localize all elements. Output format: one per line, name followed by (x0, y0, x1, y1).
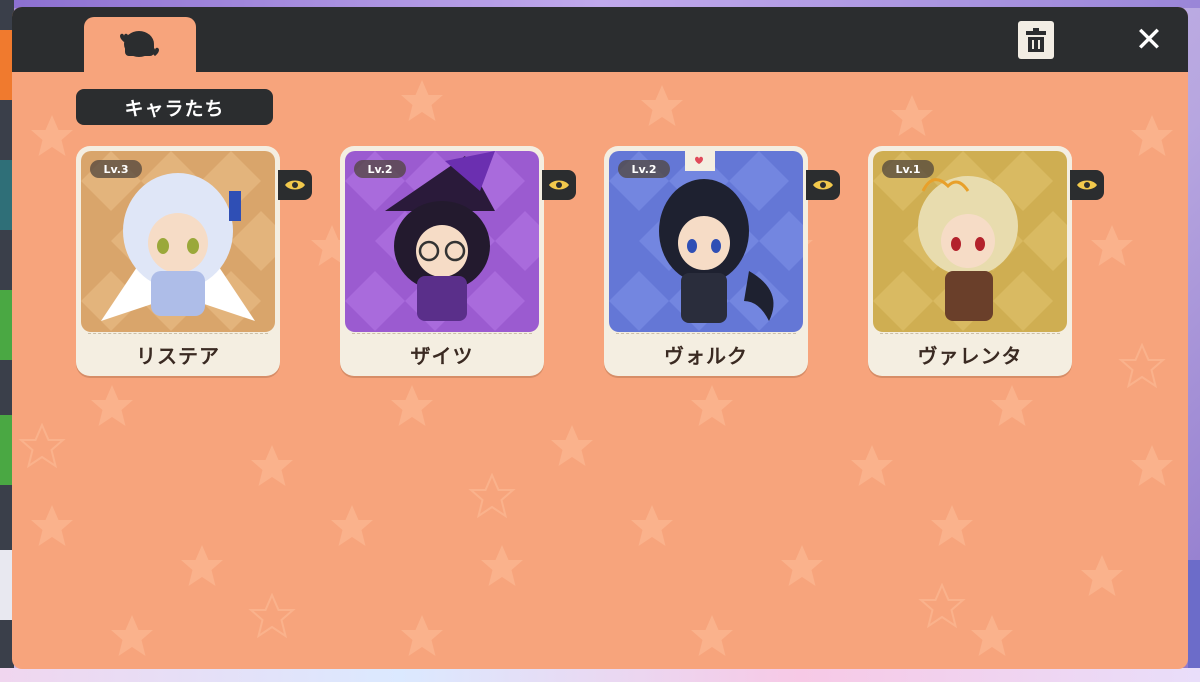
card-divider (616, 333, 796, 334)
close-icon: ✕ (1134, 20, 1164, 60)
section-title: キャラたち (76, 89, 273, 125)
eye-icon (549, 180, 569, 190)
close-button[interactable]: ✕ (1130, 23, 1168, 57)
card-divider (880, 333, 1060, 334)
eye-icon (285, 180, 305, 190)
eye-icon (813, 180, 833, 190)
level-badge: Lv.2 (354, 160, 406, 178)
tab-characters[interactable] (84, 17, 196, 77)
character-name: ヴァレンタ (917, 343, 1023, 368)
desktop-background-bottom (0, 668, 1200, 682)
character-name: リステア (136, 343, 220, 368)
character-card-0[interactable]: Lv.3 リステア (76, 146, 312, 376)
level-badge: Lv.1 (882, 160, 934, 178)
preview-button[interactable] (806, 170, 840, 200)
trash-button[interactable] (1018, 21, 1054, 59)
character-portrait (345, 151, 539, 332)
trash-icon (1026, 28, 1046, 52)
level-badge: Lv.2 (618, 160, 670, 178)
character-portrait (609, 151, 803, 332)
character-portrait (873, 151, 1067, 332)
level-badge: Lv.3 (90, 160, 142, 178)
preview-button[interactable] (278, 170, 312, 200)
character-silhouette-icon (120, 31, 159, 57)
character-name: ヴォルク (664, 343, 748, 368)
character-portrait (81, 151, 275, 332)
character-name: ザイツ (410, 343, 474, 368)
desktop-background-right (1188, 560, 1200, 682)
card-divider (88, 333, 268, 334)
character-card-3[interactable]: Lv.1 ヴァレンタ (868, 146, 1104, 376)
preview-button[interactable] (542, 170, 576, 200)
eye-icon (1077, 180, 1097, 190)
character-card-2[interactable]: Lv.2 ヴォルク (604, 146, 840, 376)
character-card-1[interactable]: Lv.2 ザイツ (340, 146, 576, 376)
preview-button[interactable] (1070, 170, 1104, 200)
character-window: ✕ キャラたち Lv.3 リステア Lv.2 ザイツ Lv.2 ヴォルク Lv.… (12, 7, 1188, 669)
card-divider (352, 333, 532, 334)
